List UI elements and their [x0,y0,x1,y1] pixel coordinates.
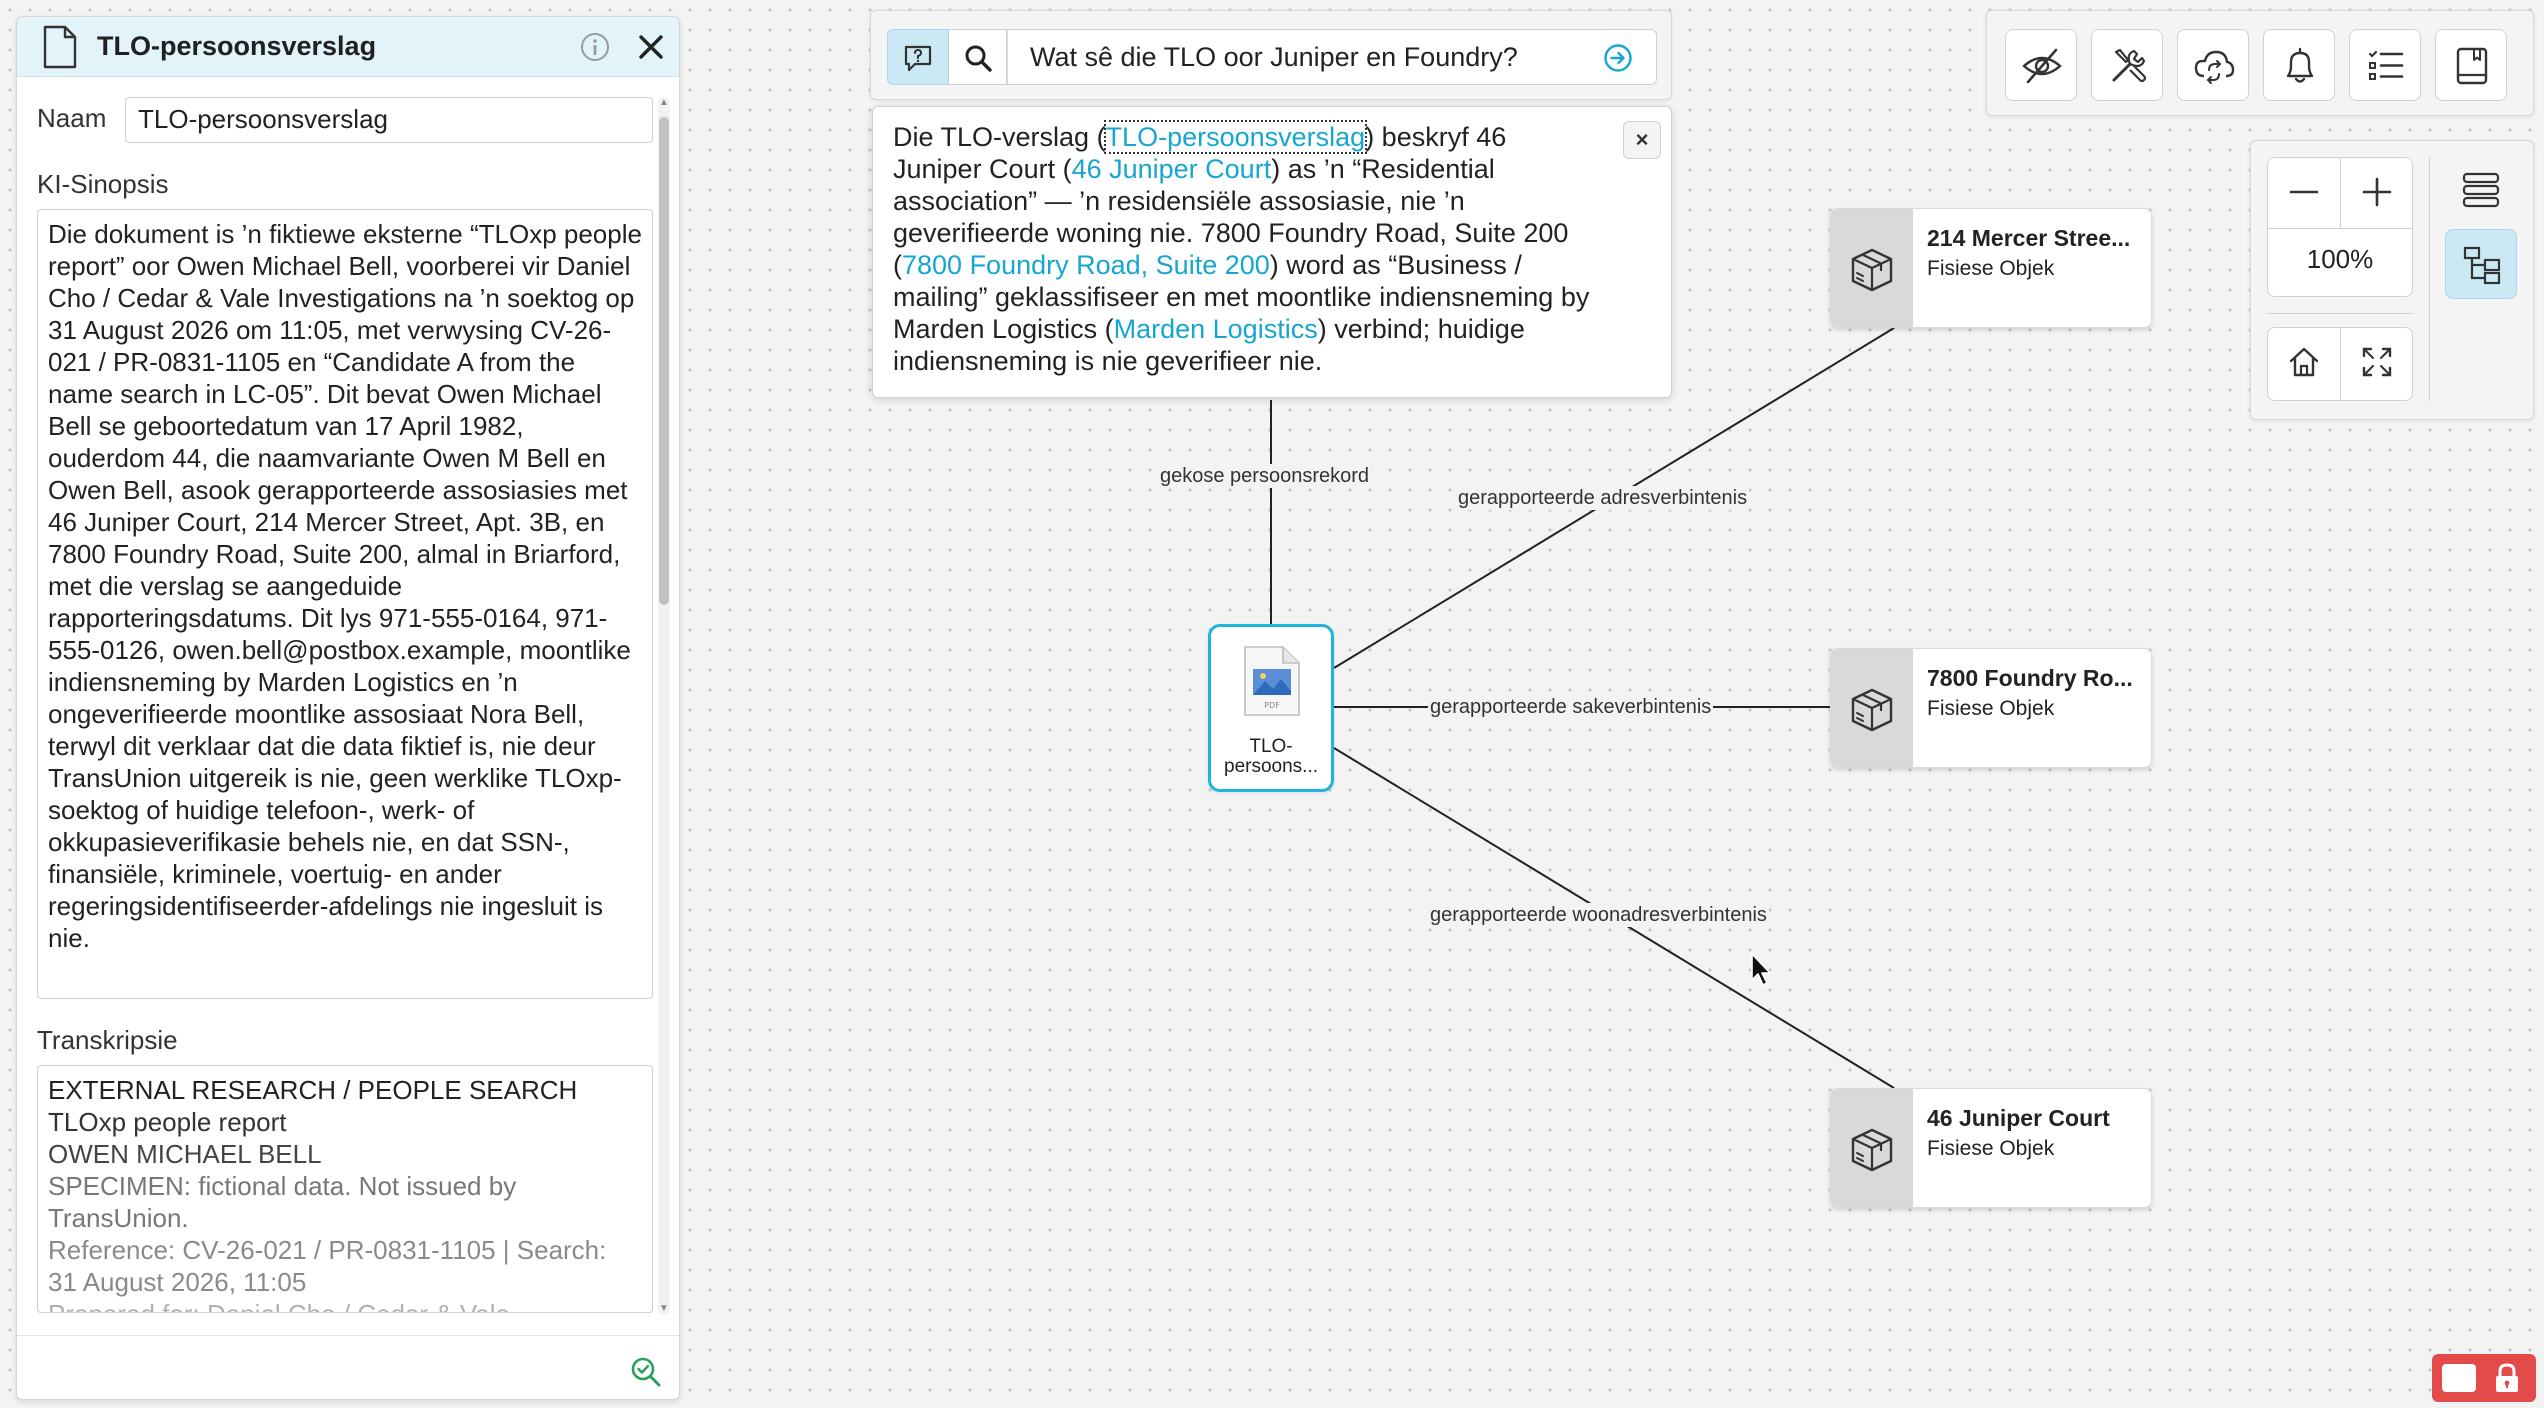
notebook-icon [2456,47,2488,85]
hide-button[interactable] [2005,29,2077,101]
transcript-line: SPECIMEN: fictional data. Not issued by … [48,1171,523,1233]
node-title: 214 Mercer Stree... [1927,225,2131,251]
zoom-in-button[interactable] [2340,158,2413,228]
package-icon [1851,1128,1893,1172]
view-controls [2267,327,2413,401]
synopsis-label: KI-Sinopsis [37,169,169,199]
answer-link-juniper[interactable]: 46 Juniper Court [1072,154,1272,184]
scroll-up-icon[interactable]: ▲ [658,97,670,109]
transcript-line: EXTERNAL RESEARCH / PEOPLE SEARCH [48,1075,578,1105]
cloud-sync-button[interactable] [2177,29,2249,101]
tools-icon [2112,48,2147,83]
pdf-file-icon: PDF [1244,646,1300,716]
zoom-section-divider [2267,313,2413,314]
answer-link-foundry[interactable]: 7800 Foundry Road, Suite 200 [902,250,1270,280]
close-icon[interactable] [635,31,667,63]
details-panel: TLO-persoonsverslag Naam TLO-persoonsver… [16,16,680,1400]
scroll-down-icon[interactable]: ▼ [658,1303,670,1315]
fit-view-button[interactable] [2340,328,2413,400]
bell-icon [2286,47,2314,83]
package-icon [1851,688,1893,732]
search-icon [965,45,992,72]
panel-header: TLO-persoonsverslag [17,17,679,77]
transcript-line: OWEN MICHAEL BELL [48,1139,322,1169]
graph-view-button[interactable] [2445,229,2517,299]
edge-label-address: gerapporteerde adresverbintenis [1456,486,1750,510]
toggle-knob [2442,1364,2476,1392]
answer-close-button[interactable]: × [1623,121,1661,159]
info-icon[interactable] [579,31,611,63]
search-check-icon[interactable] [629,1355,663,1389]
object-node-mercer[interactable]: 214 Mercer Stree... Fisiese Objek [1830,208,2152,328]
lock-toggle[interactable] [2432,1354,2536,1402]
chat-mode-button[interactable] [887,29,949,85]
zoom-level: 100% [2306,244,2374,274]
view-divider [2429,157,2430,401]
transcript-line: Prepared for: Daniel Cho / Cedar & Vale [48,1298,642,1312]
transcript-label: Transkripsie [37,1025,178,1055]
home-icon [2289,347,2319,377]
stacked-list-icon [2462,172,2500,208]
home-button[interactable] [2268,328,2340,398]
zoom-out-button[interactable] [2268,158,2340,228]
edge-label-residence: gerapporteerde woonadresverbintenis [1428,903,1769,927]
search-bar: Wat sê die TLO oor Juniper en Foundry? [870,10,1672,100]
scroll-thumb[interactable] [659,117,669,605]
object-node-foundry[interactable]: 7800 Foundry Ro... Fisiese Objek [1830,648,2152,768]
cloud-sync-icon [2194,50,2235,84]
node-type: Fisiese Objek [1927,1137,2055,1160]
notebook-button[interactable] [2435,29,2507,101]
node-icon-bg [1831,209,1913,327]
name-label: Naam [37,103,107,133]
node-icon-bg [1831,1089,1913,1207]
zoom-divider [2268,228,2412,229]
edge-label-business: gerapporteerde sakeverbintenis [1428,695,1714,719]
answer-text: Die TLO-verslag ( [893,122,1106,152]
document-node-label: TLO-persoons... [1224,736,1318,777]
search-mode-button[interactable] [949,29,1007,85]
name-input[interactable]: TLO-persoonsverslag [125,97,653,143]
fit-screen-icon [2362,347,2392,377]
node-title: 7800 Foundry Ro... [1927,665,2133,691]
synopsis-textarea[interactable]: Die dokument is ’n fiktiewe eksterne “TL… [37,209,653,999]
document-icon [43,25,77,69]
tools-button[interactable] [2091,29,2163,101]
transcript-line: Reference: CV-26-021 / PR-0831-1105 | Se… [48,1235,614,1297]
list-icon [2368,50,2404,80]
mouse-cursor-icon [1751,953,1771,986]
node-type: Fisiese Objek [1927,257,2055,280]
answer-link-document[interactable]: TLO-persoonsverslag [1103,120,1368,154]
lock-icon [2496,1363,2518,1392]
package-icon [1851,248,1893,292]
node-title: 46 Juniper Court [1927,1105,2110,1131]
node-type: Fisiese Objek [1927,697,2055,720]
node-icon-bg [1831,649,1913,767]
footer-divider [17,1335,679,1336]
object-node-juniper[interactable]: 46 Juniper Court Fisiese Objek [1830,1088,2152,1208]
edge-label-person-record: gekose persoonsrekord [1158,464,1372,488]
notifications-button[interactable] [2263,29,2335,101]
document-node[interactable]: PDF TLO-persoons... [1208,624,1334,792]
list-button[interactable] [2349,29,2421,101]
graph-tree-icon [2463,246,2501,285]
panel-scrollbar[interactable]: ▲ ▼ [658,97,670,1315]
svg-text:PDF: PDF [1264,701,1280,710]
transcript-textarea[interactable]: EXTERNAL RESEARCH / PEOPLE SEARCH TLOxp p… [37,1065,653,1313]
zoom-panel: 100% [2250,140,2534,420]
plus-icon [2362,177,2392,207]
list-view-button[interactable] [2445,155,2517,225]
answer-popup: Die TLO-verslag (TLO-persoonsverslag) be… [872,106,1672,398]
transcript-line: TLOxp people report [48,1107,287,1137]
minus-icon [2289,190,2319,194]
zoom-controls: 100% [2267,157,2413,297]
submit-arrow-icon[interactable] [1603,43,1633,73]
panel-title: TLO-persoonsverslag [97,31,377,61]
answer-link-marden[interactable]: Marden Logistics [1114,314,1318,344]
chat-question-icon [904,45,932,72]
eye-off-icon [2022,48,2062,84]
top-toolbar [1986,10,2534,116]
search-input[interactable]: Wat sê die TLO oor Juniper en Foundry? [1007,29,1657,85]
